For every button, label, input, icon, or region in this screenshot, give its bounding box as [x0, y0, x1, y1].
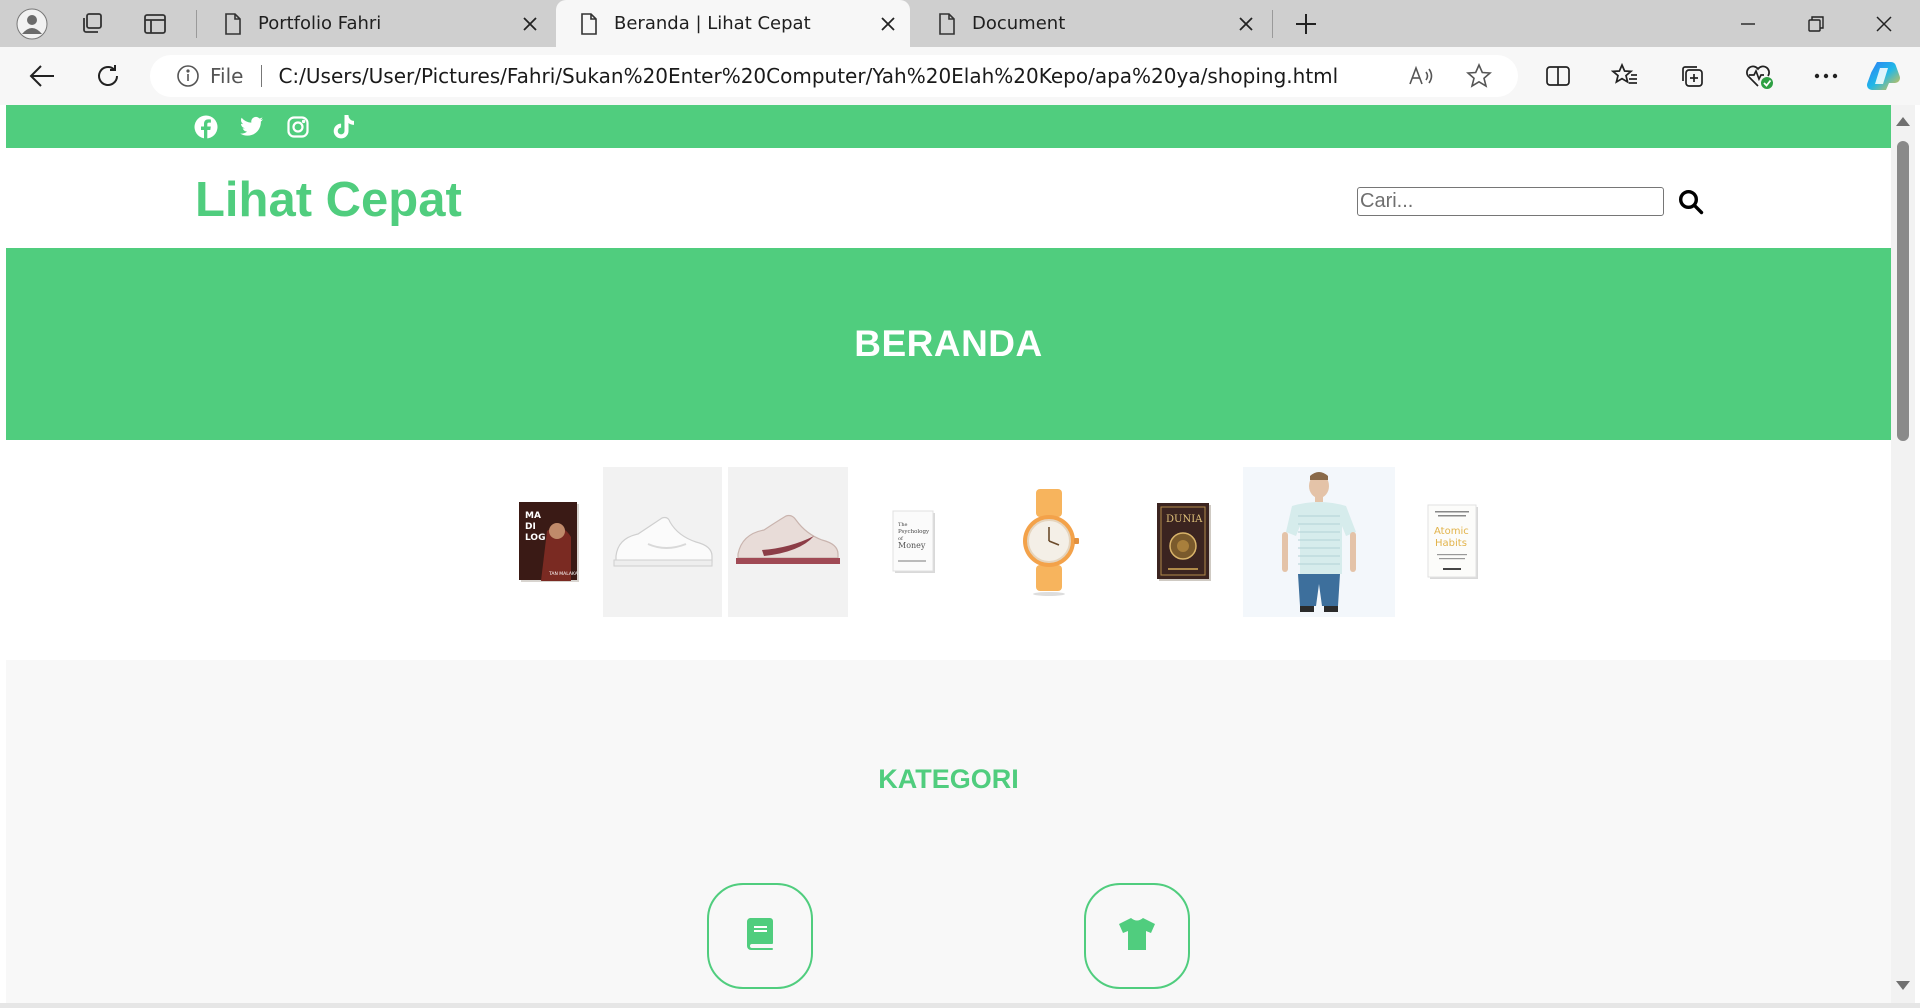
- social-strip: [6, 105, 1891, 148]
- psychology-cover-text: The: [898, 522, 908, 528]
- tab-title: Portfolio Fahri: [258, 13, 382, 34]
- product-book-dunia[interactable]: DUNIA: [1128, 467, 1240, 617]
- copilot-icon[interactable]: [1864, 58, 1904, 94]
- site-info-icon[interactable]: [176, 64, 200, 88]
- tiktok-icon[interactable]: [332, 114, 356, 139]
- back-icon[interactable]: [22, 58, 62, 94]
- search-input[interactable]: [1357, 187, 1664, 216]
- product-gallery: MA DI LOG TAN MALAKA The Psychology of M…: [6, 440, 1891, 660]
- atomic-habits-cover-text: Atomic: [1434, 526, 1469, 537]
- tab-title: Document: [972, 13, 1066, 34]
- category-books[interactable]: [707, 883, 813, 989]
- tshirt-icon: [1118, 917, 1156, 955]
- browser-toolbar: File C:/Users/User/Pictures/Fahri/Sukan%…: [0, 47, 1920, 105]
- product-shoe-white[interactable]: [603, 467, 722, 617]
- product-book-psychology-of-money[interactable]: The Psychology of Money: [861, 467, 967, 617]
- close-tab-icon[interactable]: [1232, 10, 1260, 38]
- tab-beranda-lihat-cepat[interactable]: Beranda | Lihat Cepat: [556, 0, 910, 47]
- book-icon: [746, 917, 774, 955]
- product-watch-orange[interactable]: [996, 467, 1102, 617]
- address-url[interactable]: C:/Users/User/Pictures/Fahri/Sukan%20Ent…: [278, 64, 1338, 88]
- twitter-icon[interactable]: [240, 115, 264, 139]
- dunia-cover-text: DUNIA: [1166, 514, 1203, 525]
- address-divider: [261, 65, 263, 87]
- tab-document[interactable]: Document: [914, 0, 1268, 47]
- scroll-down-arrow-icon[interactable]: [1896, 981, 1910, 990]
- tab-separator: [196, 10, 197, 38]
- tab-title: Beranda | Lihat Cepat: [614, 13, 811, 34]
- more-options-icon[interactable]: [1806, 58, 1846, 94]
- madilog-cover-text: MA: [525, 511, 541, 521]
- instagram-icon[interactable]: [286, 115, 310, 139]
- document-icon: [224, 12, 242, 35]
- browser-tab-bar: Portfolio Fahri Beranda | Lihat Cepat Do…: [0, 0, 1920, 47]
- svg-text:DI: DI: [525, 522, 536, 532]
- product-book-madilog[interactable]: MA DI LOG TAN MALAKA: [494, 467, 604, 617]
- site-header: Lihat Cepat: [6, 148, 1891, 248]
- favorites-icon[interactable]: [1605, 58, 1645, 94]
- svg-text:Habits: Habits: [1435, 538, 1467, 549]
- address-bar[interactable]: File C:/Users/User/Pictures/Fahri/Sukan%…: [150, 55, 1518, 97]
- svg-text:LOG: LOG: [525, 533, 545, 543]
- product-book-atomic-habits[interactable]: Atomic Habits: [1401, 467, 1505, 617]
- vertical-tabs-icon[interactable]: [137, 6, 173, 42]
- svg-text:Psychology: Psychology: [898, 529, 930, 535]
- page-viewport: Lihat Cepat BERANDA MA DI LOG TAN MALAKA: [6, 105, 1891, 1003]
- kategori-title: KATEGORI: [878, 764, 1019, 794]
- new-tab-icon[interactable]: [1288, 6, 1324, 42]
- svg-text:TAN MALAKA: TAN MALAKA: [548, 571, 579, 577]
- tab-separator: [1272, 10, 1273, 38]
- browser-essentials-icon[interactable]: [1739, 58, 1779, 94]
- hero-banner: BERANDA: [6, 248, 1891, 440]
- close-tab-icon[interactable]: [516, 10, 544, 38]
- tab-portfolio-fahri[interactable]: Portfolio Fahri: [200, 0, 552, 47]
- facebook-icon[interactable]: [194, 115, 218, 139]
- split-screen-icon[interactable]: [1538, 58, 1578, 94]
- refresh-icon[interactable]: [88, 58, 128, 94]
- category-clothing[interactable]: [1084, 883, 1190, 989]
- minimize-icon[interactable]: [1714, 0, 1782, 47]
- search-icon[interactable]: [1677, 188, 1705, 216]
- close-window-icon[interactable]: [1850, 0, 1918, 47]
- read-aloud-icon[interactable]: [1406, 61, 1436, 91]
- scrollbar-thumb[interactable]: [1897, 141, 1909, 441]
- restore-icon[interactable]: [1782, 0, 1850, 47]
- site-logo[interactable]: Lihat Cepat: [195, 172, 462, 228]
- hero-title: BERANDA: [854, 323, 1043, 364]
- profile-icon[interactable]: [14, 6, 50, 42]
- page-scrollbar[interactable]: [1891, 105, 1915, 1003]
- product-shoe-pink[interactable]: [728, 467, 848, 617]
- workspaces-icon[interactable]: [74, 6, 110, 42]
- document-icon: [938, 12, 956, 35]
- collections-icon[interactable]: [1672, 58, 1712, 94]
- document-icon: [580, 12, 598, 35]
- product-tshirt-model[interactable]: [1243, 467, 1395, 617]
- address-scheme-label: File: [210, 64, 244, 88]
- window-bottom-edge: [0, 1003, 1920, 1008]
- close-tab-icon[interactable]: [874, 10, 902, 38]
- scroll-up-arrow-icon[interactable]: [1896, 117, 1910, 126]
- svg-text:Money: Money: [898, 541, 926, 550]
- favorite-star-icon[interactable]: [1464, 61, 1494, 91]
- kategori-section: KATEGORI: [6, 660, 1891, 1003]
